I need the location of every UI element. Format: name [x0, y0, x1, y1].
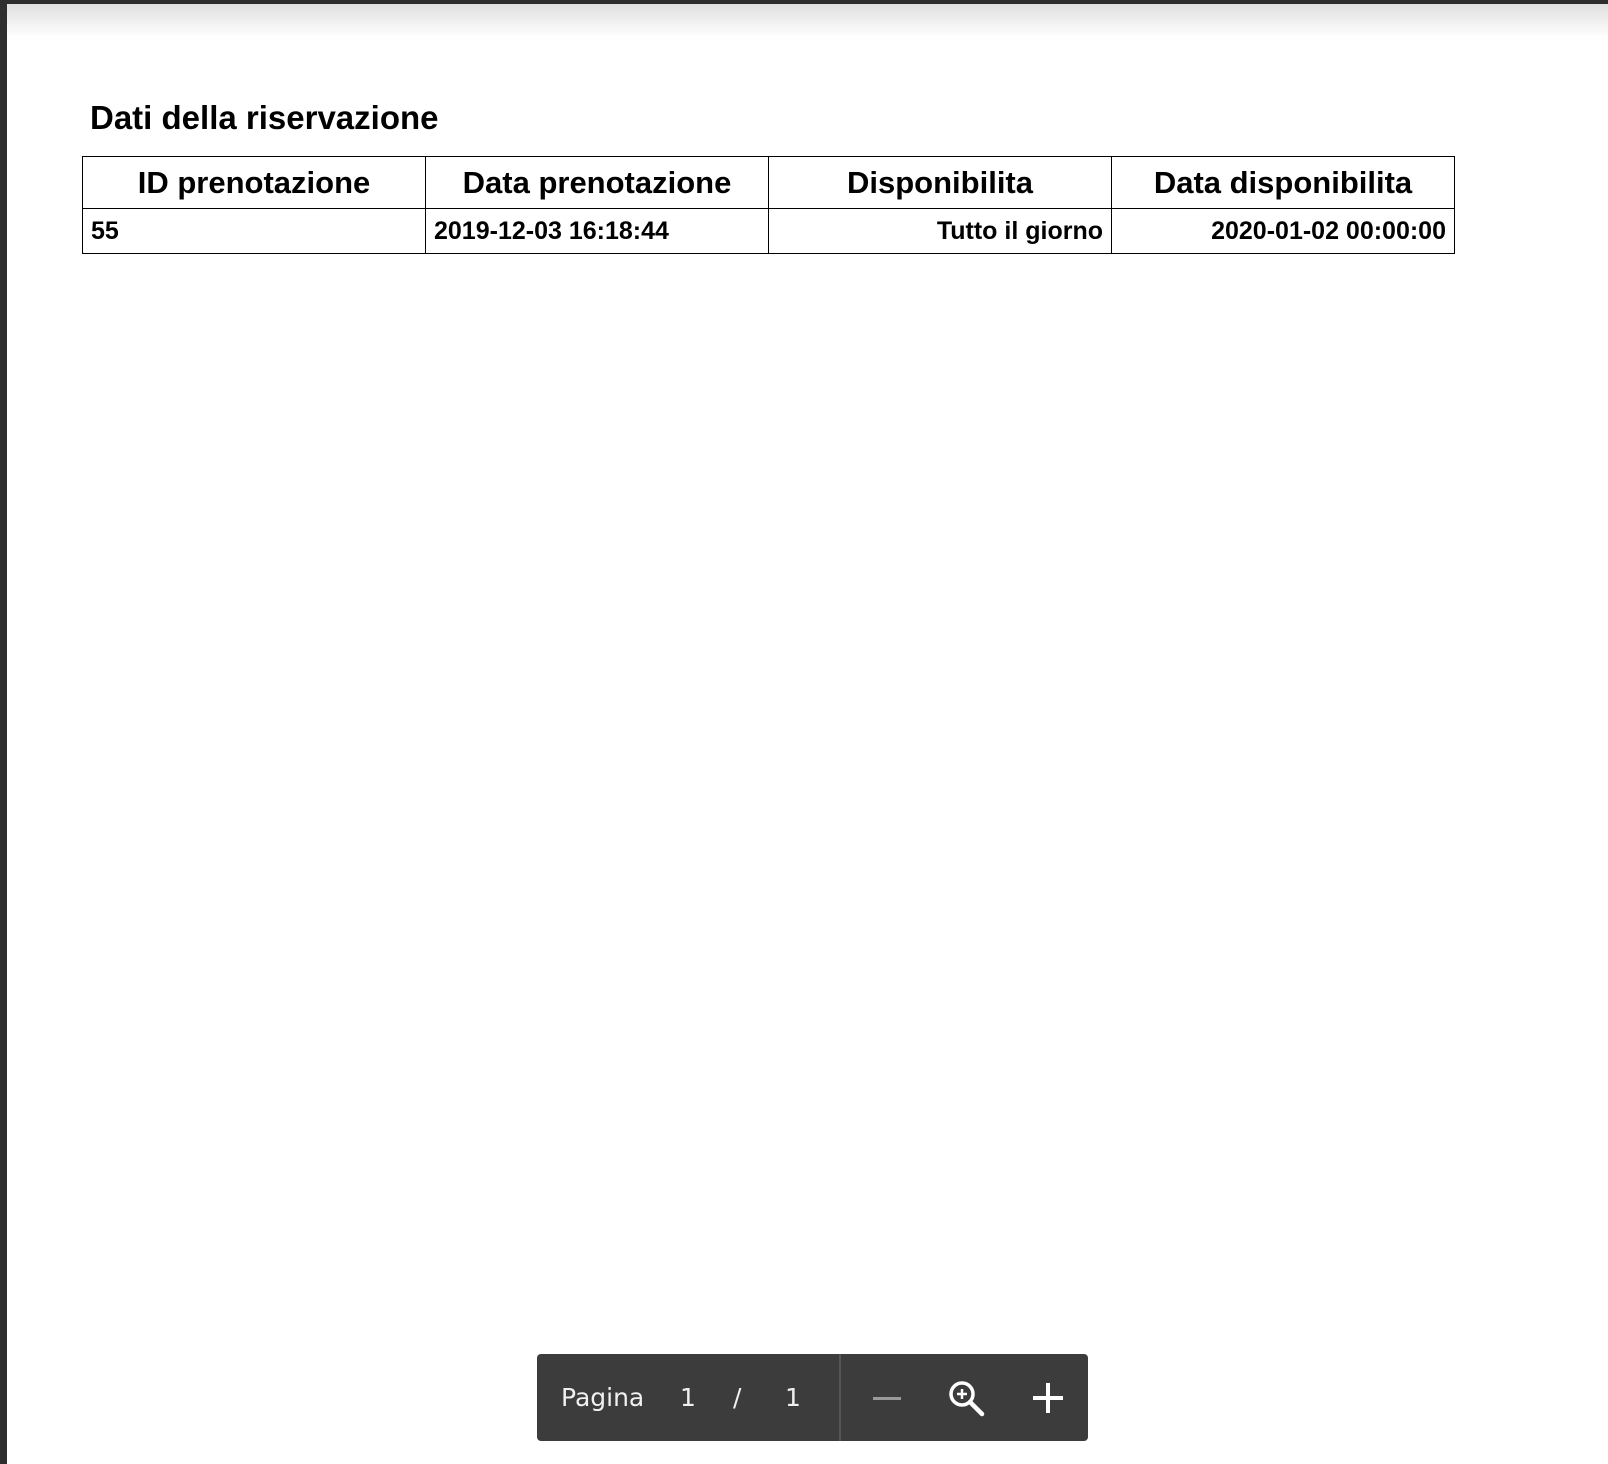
zoom-in-button[interactable] — [1025, 1375, 1071, 1421]
cell-id-prenotazione: 55 — [82, 208, 426, 254]
zoom-magnifier-icon — [949, 1381, 985, 1417]
header-disponibilita: Disponibilita — [768, 156, 1112, 209]
header-data-disponibilita: Data disponibilita — [1111, 156, 1455, 209]
cell-data-prenotazione: 2019-12-03 16:18:44 — [425, 208, 769, 254]
page-indicator: Pagina 1 / 1 — [537, 1354, 839, 1441]
pdf-viewer: Dati della riservazione ID prenotazione … — [0, 0, 1608, 1464]
pdf-page: Dati della riservazione ID prenotazione … — [7, 4, 1608, 1464]
pdf-toolbar: Pagina 1 / 1 — [537, 1354, 1088, 1441]
header-data-prenotazione: Data prenotazione — [425, 156, 769, 209]
document-title: Dati della riservazione — [90, 99, 439, 136]
cell-disponibilita: Tutto il giorno — [768, 208, 1112, 254]
plus-icon — [1033, 1383, 1063, 1413]
header-id-prenotazione: ID prenotazione — [82, 156, 426, 209]
table-header-row: ID prenotazione Data prenotazione Dispon… — [82, 156, 1455, 209]
page-separator: / — [733, 1383, 742, 1412]
reservation-table: ID prenotazione Data prenotazione Dispon… — [82, 156, 1455, 254]
current-page-input[interactable]: 1 — [680, 1383, 696, 1412]
zoom-out-button[interactable] — [864, 1375, 910, 1421]
page-top-shadow — [7, 4, 1608, 38]
fit-zoom-button[interactable] — [943, 1375, 989, 1421]
total-pages: 1 — [785, 1383, 801, 1412]
page-label: Pagina — [561, 1383, 645, 1412]
zoom-controls — [841, 1354, 1088, 1441]
minus-icon — [873, 1397, 901, 1400]
table-row: 55 2019-12-03 16:18:44 Tutto il giorno 2… — [82, 208, 1455, 254]
cell-data-disponibilita: 2020-01-02 00:00:00 — [1111, 208, 1455, 254]
